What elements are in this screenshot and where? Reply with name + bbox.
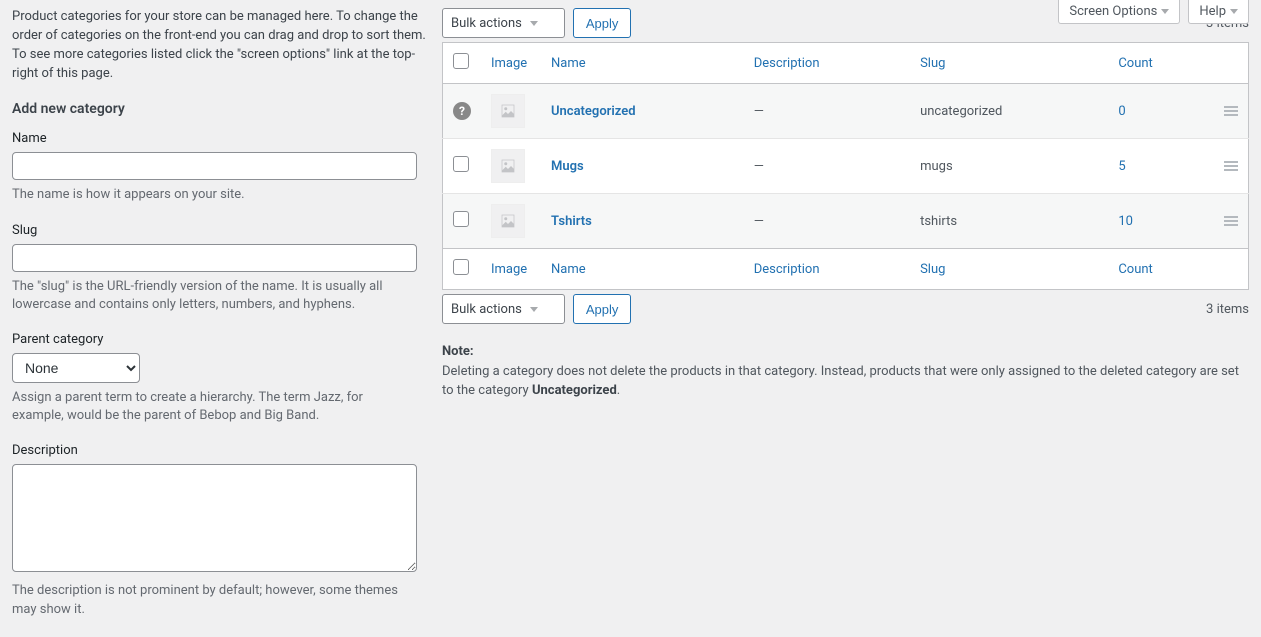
apply-button-bottom[interactable]: Apply xyxy=(573,294,632,324)
help-tab[interactable]: Help xyxy=(1188,0,1249,24)
parent-label: Parent category xyxy=(12,332,432,347)
category-slug: mugs xyxy=(910,139,1108,194)
drag-icon xyxy=(1224,161,1238,171)
bulk-actions-select-bottom[interactable]: Bulk actions xyxy=(442,294,565,324)
table-row: ? Uncategorized —uncategorized 0 xyxy=(443,84,1249,139)
col-name-foot[interactable]: Name xyxy=(551,262,586,277)
note-bold: Uncategorized xyxy=(532,383,617,398)
category-description: — xyxy=(744,84,910,139)
apply-button-top[interactable]: Apply xyxy=(573,8,632,38)
row-checkbox[interactable] xyxy=(453,156,469,172)
drag-icon xyxy=(1224,106,1238,116)
category-name-link[interactable]: Uncategorized xyxy=(551,104,636,119)
bulk-actions-label: Bulk actions xyxy=(451,302,522,317)
select-all-checkbox-bottom[interactable] xyxy=(453,259,469,275)
col-name[interactable]: Name xyxy=(551,56,586,71)
slug-help: The "slug" is the URL-friendly version o… xyxy=(12,278,417,314)
parent-help: Assign a parent term to create a hierarc… xyxy=(12,389,417,425)
bulk-actions-label: Bulk actions xyxy=(451,16,522,31)
intro-text: Product categories for your store can be… xyxy=(12,8,432,83)
col-description[interactable]: Description xyxy=(754,56,820,71)
col-image-foot: Image xyxy=(481,249,541,290)
col-image: Image xyxy=(481,43,541,84)
drag-handle[interactable] xyxy=(1214,84,1249,139)
slug-label: Slug xyxy=(12,223,432,238)
col-slug[interactable]: Slug xyxy=(920,56,945,71)
name-input[interactable] xyxy=(12,152,417,180)
help-icon: ? xyxy=(453,102,471,120)
chevron-down-icon xyxy=(1161,9,1169,14)
note-body2: . xyxy=(617,383,620,398)
image-placeholder-icon xyxy=(491,149,525,183)
screen-options-label: Screen Options xyxy=(1069,4,1157,19)
category-count-link[interactable]: 0 xyxy=(1118,104,1125,119)
chevron-down-icon xyxy=(530,307,538,312)
image-placeholder-icon xyxy=(491,94,525,128)
drag-handle[interactable] xyxy=(1214,194,1249,249)
note-block: Note: Deleting a category does not delet… xyxy=(442,342,1249,401)
category-name-link[interactable]: Mugs xyxy=(551,159,584,174)
description-label: Description xyxy=(12,443,432,458)
row-checkbox[interactable] xyxy=(453,211,469,227)
drag-icon xyxy=(1224,216,1238,226)
category-description: — xyxy=(744,139,910,194)
note-title: Note: xyxy=(442,344,474,359)
col-count[interactable]: Count xyxy=(1118,56,1152,71)
category-slug: uncategorized xyxy=(910,84,1108,139)
chevron-down-icon xyxy=(530,21,538,26)
parent-select[interactable]: None xyxy=(12,353,140,383)
name-help: The name is how it appears on your site. xyxy=(12,186,417,204)
drag-handle[interactable] xyxy=(1214,139,1249,194)
description-textarea[interactable] xyxy=(12,464,417,572)
col-slug-foot[interactable]: Slug xyxy=(920,262,945,277)
bulk-actions-select-top[interactable]: Bulk actions xyxy=(442,8,565,38)
chevron-down-icon xyxy=(1230,9,1238,14)
category-count-link[interactable]: 5 xyxy=(1118,159,1125,174)
slug-input[interactable] xyxy=(12,244,417,272)
category-slug: tshirts xyxy=(910,194,1108,249)
col-description-foot[interactable]: Description xyxy=(754,262,820,277)
screen-options-tab[interactable]: Screen Options xyxy=(1058,0,1180,24)
name-label: Name xyxy=(12,131,432,146)
items-count-bottom: 3 items xyxy=(1206,302,1249,317)
table-row: Tshirts —tshirts 10 xyxy=(443,194,1249,249)
col-count-foot[interactable]: Count xyxy=(1118,262,1152,277)
add-category-heading: Add new category xyxy=(12,101,432,117)
category-count-link[interactable]: 10 xyxy=(1118,214,1133,229)
category-description: — xyxy=(744,194,910,249)
help-label: Help xyxy=(1199,4,1226,19)
image-placeholder-icon xyxy=(491,204,525,238)
category-name-link[interactable]: Tshirts xyxy=(551,214,592,229)
categories-table: Image Name Description Slug Count ? Uncat… xyxy=(442,42,1249,290)
description-help: The description is not prominent by defa… xyxy=(12,582,417,618)
table-row: Mugs —mugs 5 xyxy=(443,139,1249,194)
select-all-checkbox-top[interactable] xyxy=(453,53,469,69)
